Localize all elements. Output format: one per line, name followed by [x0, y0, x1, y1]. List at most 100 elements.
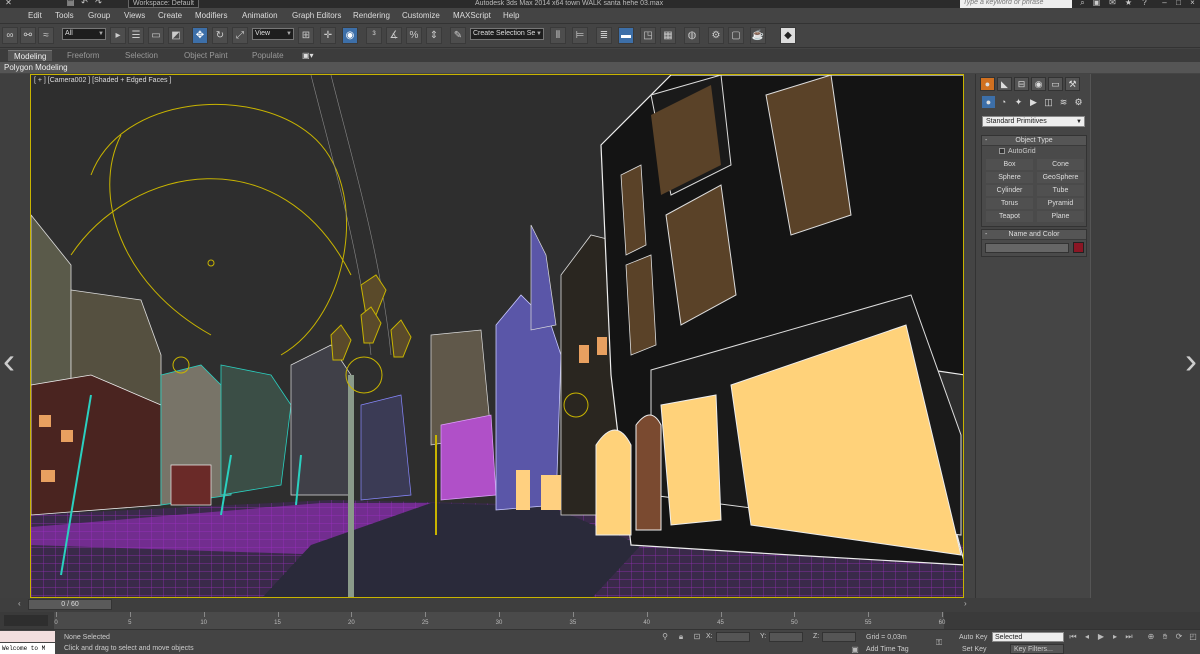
- pivot-center-icon[interactable]: ⊞: [298, 27, 314, 44]
- ribbon-options-icon[interactable]: ▣▾: [302, 50, 314, 61]
- set-key-button[interactable]: Set Key: [962, 646, 987, 653]
- menu-edit[interactable]: Edit: [28, 11, 42, 20]
- shapes-icon[interactable]: ◔: [997, 96, 1010, 108]
- workspace-dropdown[interactable]: Workspace: Default: [128, 0, 199, 8]
- help-search-input[interactable]: Type a keyword or phrase: [960, 0, 1072, 8]
- key-filters-button[interactable]: Key Filters...: [1010, 644, 1064, 654]
- time-slider-thumb[interactable]: 0 / 60: [28, 599, 112, 610]
- set-key-mode-icon[interactable]: ⚿: [934, 638, 944, 648]
- maxscript-listener-input[interactable]: Welcome to M: [0, 643, 55, 654]
- torus-button[interactable]: Torus: [986, 198, 1033, 209]
- mini-curve-editor-toggle[interactable]: [4, 615, 48, 626]
- previous-frame-icon[interactable]: ◂: [1082, 632, 1092, 642]
- curve-editor-icon[interactable]: ◳: [640, 27, 656, 44]
- unlink-icon[interactable]: ⚯: [20, 27, 36, 44]
- play-icon[interactable]: ▶: [1096, 632, 1106, 642]
- box-button[interactable]: Box: [986, 159, 1033, 170]
- go-to-start-icon[interactable]: ⏮: [1068, 632, 1078, 642]
- app-logo-icon[interactable]: ✕: [4, 0, 13, 8]
- helpers-icon[interactable]: ◫: [1042, 96, 1055, 108]
- zoom-icon[interactable]: ⊕: [1146, 632, 1156, 642]
- search-icon[interactable]: ⌕: [1078, 0, 1087, 8]
- bind-space-warp-icon[interactable]: ≈: [38, 27, 54, 44]
- rendered-frame-window-icon[interactable]: ▢: [728, 27, 744, 44]
- tube-button[interactable]: Tube: [1037, 185, 1084, 196]
- undo-icon[interactable]: ↶: [80, 0, 89, 8]
- render-setup-icon[interactable]: ⚙: [708, 27, 724, 44]
- tab-freeform[interactable]: Freeform: [67, 50, 99, 61]
- maximize-viewport-icon[interactable]: ◰: [1188, 632, 1198, 642]
- next-frame-icon[interactable]: ▸: [1110, 632, 1120, 642]
- window-crossing-icon[interactable]: ◩: [168, 27, 184, 44]
- go-to-end-icon[interactable]: ⏭: [1124, 632, 1134, 642]
- create-tab-icon[interactable]: ●: [980, 77, 995, 91]
- modify-tab-icon[interactable]: ◣: [997, 77, 1012, 91]
- systems-icon[interactable]: ⚙: [1072, 96, 1085, 108]
- time-slider[interactable]: ‹ 0 / 60 ›: [0, 598, 1200, 612]
- select-and-move-icon[interactable]: ✥: [192, 27, 208, 44]
- x-coord-field[interactable]: [716, 632, 750, 642]
- select-and-scale-icon[interactable]: ⤢: [232, 27, 248, 44]
- geometry-icon[interactable]: ●: [982, 96, 995, 108]
- render-production-icon[interactable]: ☕: [750, 27, 766, 44]
- tab-populate[interactable]: Populate: [252, 50, 284, 61]
- ribbon-toggle-icon[interactable]: ▬: [618, 27, 634, 44]
- teapot-button[interactable]: Teapot: [986, 211, 1033, 222]
- object-name-field[interactable]: [985, 243, 1069, 253]
- viewport-label[interactable]: [ + ] [Camera002 ] [Shaded + Edged Faces…: [34, 77, 171, 84]
- favorites-icon[interactable]: ★: [1124, 0, 1133, 8]
- maxscript-listener-top[interactable]: [0, 631, 55, 642]
- camera-viewport[interactable]: [ + ] [Camera002 ] [Shaded + Edged Faces…: [30, 74, 964, 598]
- tab-selection[interactable]: Selection: [125, 50, 158, 61]
- help-icon[interactable]: ?: [1140, 0, 1149, 8]
- redo-icon[interactable]: ↷: [94, 0, 103, 8]
- cameras-icon[interactable]: ▶: [1027, 96, 1040, 108]
- material-editor-icon[interactable]: ◍: [684, 27, 700, 44]
- close-icon[interactable]: ×: [1188, 0, 1197, 8]
- polygon-modeling-panel[interactable]: Polygon Modeling: [0, 62, 1200, 73]
- display-tab-icon[interactable]: ▭: [1048, 77, 1063, 91]
- schematic-view-icon[interactable]: ▦: [660, 27, 676, 44]
- reference-coordinate-dropdown[interactable]: View: [252, 28, 294, 40]
- next-arrow-icon[interactable]: ›: [1182, 338, 1200, 384]
- primitive-type-dropdown[interactable]: Standard Primitives: [982, 116, 1085, 127]
- cone-button[interactable]: Cone: [1037, 159, 1084, 170]
- menu-modifiers[interactable]: Modifiers: [195, 11, 227, 20]
- select-by-name-icon[interactable]: ☰: [128, 27, 144, 44]
- mirror-icon[interactable]: ⫴: [550, 27, 566, 44]
- time-slider-next-icon[interactable]: ›: [964, 599, 967, 608]
- object-type-header[interactable]: - Object Type: [982, 136, 1086, 146]
- pyramid-button[interactable]: Pyramid: [1037, 198, 1084, 209]
- select-and-rotate-icon[interactable]: ↻: [212, 27, 228, 44]
- time-tag-icon[interactable]: ▣: [850, 645, 860, 654]
- menu-customize[interactable]: Customize: [402, 11, 440, 20]
- hierarchy-tab-icon[interactable]: ⊟: [1014, 77, 1029, 91]
- absolute-mode-icon[interactable]: ⊡: [692, 632, 702, 642]
- render-iterative-icon[interactable]: ◆: [780, 27, 796, 44]
- menu-group[interactable]: Group: [88, 11, 110, 20]
- select-object-icon[interactable]: ▸: [110, 27, 126, 44]
- select-and-link-icon[interactable]: ∞: [2, 27, 18, 44]
- sphere-button[interactable]: Sphere: [986, 172, 1033, 183]
- geosphere-button[interactable]: GeoSphere: [1037, 172, 1084, 183]
- snaps-toggle-icon[interactable]: ³: [366, 27, 382, 44]
- auto-key-button[interactable]: Auto Key: [959, 634, 987, 641]
- previous-arrow-icon[interactable]: ‹: [0, 338, 18, 384]
- subscription-icon[interactable]: ▣: [1092, 0, 1101, 8]
- menu-rendering[interactable]: Rendering: [353, 11, 390, 20]
- angle-snap-icon[interactable]: ∡: [386, 27, 402, 44]
- tab-modeling[interactable]: Modeling: [8, 50, 53, 61]
- z-coord-field[interactable]: [822, 632, 856, 642]
- plane-button[interactable]: Plane: [1037, 211, 1084, 222]
- motion-tab-icon[interactable]: ◉: [1031, 77, 1046, 91]
- keyboard-shortcut-override-icon[interactable]: ◉: [342, 27, 358, 44]
- name-and-color-header[interactable]: - Name and Color: [982, 230, 1086, 240]
- edit-named-selection-icon[interactable]: ✎: [450, 27, 466, 44]
- tab-object-paint[interactable]: Object Paint: [184, 50, 228, 61]
- trackbar-ruler[interactable]: 0 5 10 15 20 25 30 35 40 45 50 55 60: [54, 612, 945, 629]
- align-icon[interactable]: ⊨: [572, 27, 588, 44]
- lock-selection-icon[interactable]: 🔒︎: [676, 632, 686, 642]
- minimize-icon[interactable]: –: [1160, 0, 1169, 8]
- selection-filter-dropdown[interactable]: All: [62, 28, 106, 40]
- utilities-tab-icon[interactable]: ⚒: [1065, 77, 1080, 91]
